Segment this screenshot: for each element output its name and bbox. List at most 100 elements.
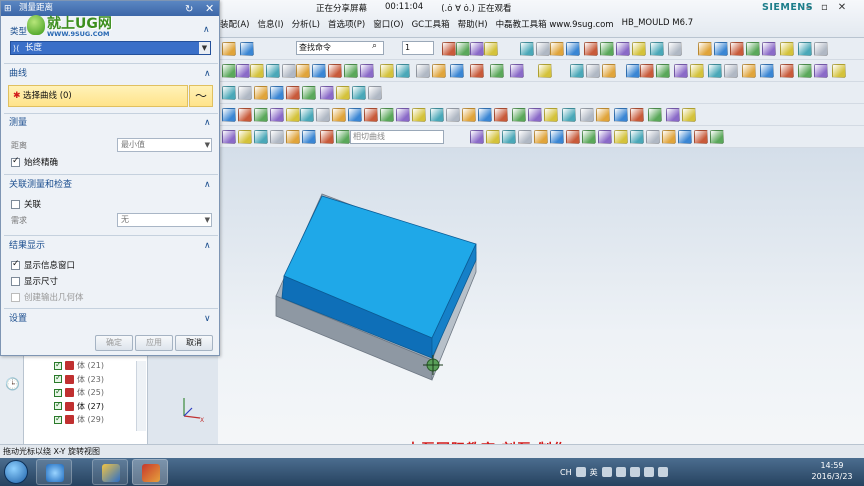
tray-icon[interactable]: [629, 467, 640, 477]
close-window-icon[interactable]: ✕: [838, 2, 846, 13]
toolbar-tool-icon[interactable]: [562, 108, 576, 122]
toolbar-tool-icon[interactable]: [286, 108, 300, 122]
toolbar-tool-icon[interactable]: [518, 130, 532, 144]
chevron-up-icon[interactable]: ∧: [204, 116, 211, 130]
toolbar-tool-icon[interactable]: [490, 64, 504, 78]
toolbar-tool-icon[interactable]: [640, 64, 654, 78]
always-precise-checkbox[interactable]: [11, 156, 20, 167]
show-info-window-row[interactable]: 显示信息窗口: [11, 259, 75, 271]
tree-row[interactable]: 体 (21): [54, 359, 104, 372]
tree-visibility-checkbox[interactable]: [54, 414, 62, 424]
toolbar-tool-icon[interactable]: [630, 130, 644, 144]
toolbar-tool-icon[interactable]: [286, 86, 300, 100]
section-settings[interactable]: 设置 ∨: [4, 312, 218, 326]
close-icon[interactable]: ✕: [205, 1, 214, 16]
layer-select[interactable]: 1: [402, 41, 434, 55]
toolbar-tool-icon[interactable]: [710, 130, 724, 144]
menu-item[interactable]: GC工具箱: [412, 18, 450, 32]
toolbar-tool-icon[interactable]: [566, 42, 580, 56]
toolbar-tool-icon[interactable]: [614, 108, 628, 122]
toolbar-tool-icon[interactable]: [656, 64, 670, 78]
toolbar-tool-icon[interactable]: [596, 108, 610, 122]
toolbar-tool-icon[interactable]: [312, 64, 326, 78]
type-section-chevron-icon[interactable]: ∧: [203, 25, 210, 35]
toolbar-tool-icon[interactable]: [832, 64, 846, 78]
tree-row[interactable]: 体 (23): [54, 373, 104, 386]
tree-row[interactable]: 体 (29): [54, 413, 104, 426]
menu-item[interactable]: 窗口(O): [373, 18, 403, 32]
toolbar-tool-icon[interactable]: [724, 64, 738, 78]
show-dimension-row[interactable]: 显示尺寸: [11, 275, 58, 287]
apply-button[interactable]: 应用: [135, 335, 173, 351]
toolbar-tool-icon[interactable]: [236, 64, 250, 78]
toolbar-tool-icon[interactable]: [282, 64, 296, 78]
toolbar-tool-icon[interactable]: [270, 86, 284, 100]
select-curve-field[interactable]: ✱ 选择曲线 (0): [8, 85, 188, 107]
tree-row[interactable]: 体 (25): [54, 386, 104, 399]
toolbar-tool-icon[interactable]: [360, 64, 374, 78]
toolbar-tool-icon[interactable]: [254, 130, 268, 144]
find-command-field[interactable]: 查找命令: [296, 41, 384, 55]
clock[interactable]: 14:59 2016/3/23: [806, 460, 858, 482]
reset-icon[interactable]: ↻: [185, 2, 193, 17]
toolbar-tool-icon[interactable]: [502, 130, 516, 144]
toolbar-tool-icon[interactable]: [582, 130, 596, 144]
taskbar-app-ie[interactable]: [36, 459, 72, 485]
toolbar-tool-icon[interactable]: [682, 108, 696, 122]
toolbar-tool-icon[interactable]: [302, 130, 316, 144]
toolbar-tool-icon[interactable]: [494, 108, 508, 122]
always-precise-row[interactable]: 始终精确: [11, 156, 58, 168]
toolbar-tool-icon[interactable]: [630, 108, 644, 122]
toolbar-tool-icon[interactable]: [650, 42, 664, 56]
toolbar-tool-icon[interactable]: [486, 130, 500, 144]
toolbar-tool-icon[interactable]: [678, 130, 692, 144]
toolbar-tool-icon[interactable]: [714, 42, 728, 56]
dropdown-arrow-icon[interactable]: ▼: [205, 214, 210, 226]
associative-row[interactable]: 关联: [11, 198, 41, 210]
toolbar-tool-icon[interactable]: [550, 130, 564, 144]
toolbar-tool-icon[interactable]: [442, 42, 456, 56]
toolbar-tool-icon[interactable]: [254, 86, 268, 100]
toolbar-tool-icon[interactable]: [336, 130, 350, 144]
toolbar-tool-icon[interactable]: [470, 42, 484, 56]
toolbar-tool-icon[interactable]: [450, 64, 464, 78]
show-dimension-checkbox[interactable]: [11, 276, 20, 286]
tree-visibility-checkbox[interactable]: [54, 387, 62, 397]
toolbar-tool-icon[interactable]: [798, 64, 812, 78]
dropdown-arrow-icon[interactable]: ▼: [199, 42, 210, 54]
toolbar-tool-icon[interactable]: [674, 64, 688, 78]
chevron-up-icon[interactable]: ∧: [204, 178, 211, 192]
associative-checkbox[interactable]: [11, 199, 20, 209]
menu-item[interactable]: HB_MOULD M6.7: [622, 18, 694, 32]
toolbar-tool-icon[interactable]: [432, 64, 446, 78]
toolbar-tool-icon[interactable]: [332, 108, 346, 122]
toolbar-tool-icon[interactable]: [550, 42, 564, 56]
toolbar-tool-icon[interactable]: [484, 42, 498, 56]
toolbar-tool-icon[interactable]: [412, 108, 426, 122]
toolbar-tool-icon[interactable]: [598, 130, 612, 144]
section-curve[interactable]: 曲线 ∧: [4, 67, 218, 81]
ime-indicator[interactable]: CH: [560, 468, 572, 477]
minimize-icon[interactable]: –: [806, 2, 811, 13]
toolbar-tool-icon[interactable]: [528, 108, 542, 122]
toolbar-tool-icon[interactable]: [566, 130, 580, 144]
toolbar-tool-icon[interactable]: [632, 42, 646, 56]
toolbar-tool-icon[interactable]: [238, 130, 252, 144]
volume-icon[interactable]: [657, 467, 668, 477]
ime-mode[interactable]: 英: [590, 467, 598, 478]
toolbar-tool-icon[interactable]: [348, 108, 362, 122]
toolbar-tool-icon[interactable]: [296, 64, 310, 78]
distance-select[interactable]: 最小值 ▼: [117, 138, 212, 152]
toolbar-tool-icon[interactable]: [300, 108, 314, 122]
network-icon[interactable]: [643, 467, 654, 477]
toolbar-tool-icon[interactable]: [446, 108, 460, 122]
tree-row[interactable]: 体 (27): [54, 400, 104, 413]
restore-icon[interactable]: ▫: [821, 2, 828, 13]
section-measure[interactable]: 测量 ∧: [4, 116, 218, 130]
toolbar-tool-icon[interactable]: [648, 108, 662, 122]
toolbar-tool-icon[interactable]: [762, 42, 776, 56]
toolbar-tool-icon[interactable]: [266, 64, 280, 78]
start-button[interactable]: [4, 460, 28, 484]
show-info-window-checkbox[interactable]: [11, 259, 20, 270]
model-viewport[interactable]: [218, 148, 864, 458]
